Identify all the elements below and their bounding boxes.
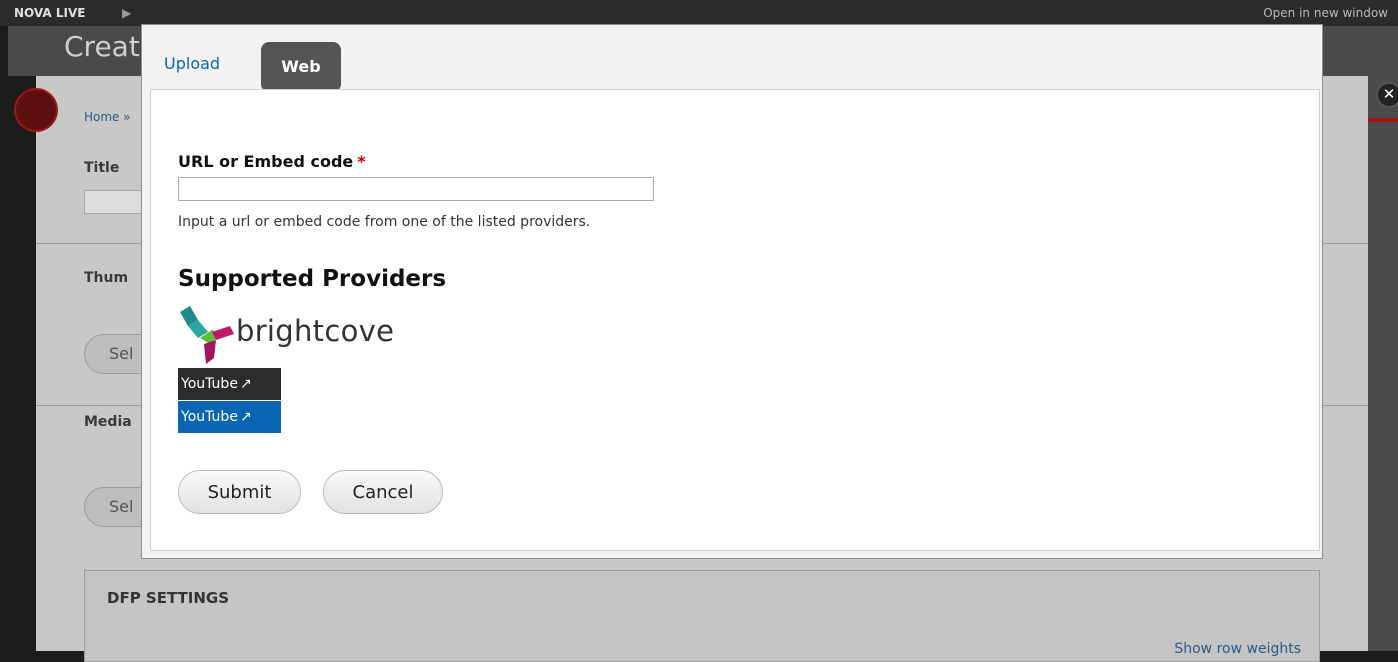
external-link-icon: ↗ xyxy=(239,409,252,425)
dialog-content: URL or Embed code * Input a url or embed … xyxy=(150,89,1320,551)
background-avatar xyxy=(14,88,58,132)
dfp-settings-title: DFP SETTINGS xyxy=(107,589,230,607)
background-thumbnail-label: Thum xyxy=(84,270,129,286)
url-field-label: URL or Embed code * xyxy=(178,152,366,171)
top-bar: NOVA LIVE ▶ Open in new window xyxy=(0,0,1398,26)
background-breadcrumb[interactable]: Home » xyxy=(84,110,131,124)
media-dialog: Upload Web URL or Embed code * Input a ur… xyxy=(141,24,1323,559)
open-new-window-link[interactable]: Open in new window xyxy=(1263,0,1388,26)
show-row-weights-link[interactable]: Show row weights xyxy=(1174,641,1301,657)
close-icon[interactable]: ✕ xyxy=(1376,82,1398,108)
brand-label: NOVA LIVE xyxy=(14,6,86,20)
supported-providers-heading: Supported Providers xyxy=(178,266,447,292)
tab-upload[interactable]: Upload xyxy=(164,42,220,86)
url-field-help: Input a url or embed code from one of th… xyxy=(178,214,591,230)
external-link-icon: ↗ xyxy=(239,376,252,392)
cancel-button[interactable]: Cancel xyxy=(323,470,443,514)
background-right-panel xyxy=(1368,76,1398,651)
brightcove-wordmark: brightcove xyxy=(236,314,395,348)
required-marker: * xyxy=(357,152,366,171)
youtube-label: YouTube xyxy=(181,376,238,392)
url-field-label-text: URL or Embed code xyxy=(178,152,354,171)
youtube-provider-link[interactable]: YouTube ↗ xyxy=(178,401,281,433)
youtube-provider-link[interactable]: YouTube ↗ xyxy=(178,368,281,400)
play-icon[interactable]: ▶ xyxy=(122,0,131,26)
background-title-label: Title xyxy=(84,160,120,176)
tab-web[interactable]: Web xyxy=(261,42,341,92)
brightcove-logo: brightcove xyxy=(178,306,428,366)
youtube-label: YouTube xyxy=(181,409,238,425)
background-page-title: Creat xyxy=(64,30,140,63)
background-accent xyxy=(1368,118,1398,122)
background-media-label: Media xyxy=(84,414,132,430)
url-embed-input[interactable] xyxy=(178,177,654,201)
dfp-settings-panel: DFP SETTINGS Show row weights xyxy=(84,570,1320,662)
background-title-input[interactable] xyxy=(84,190,146,214)
submit-button[interactable]: Submit xyxy=(178,470,301,514)
brightcove-mark-icon xyxy=(180,306,234,364)
